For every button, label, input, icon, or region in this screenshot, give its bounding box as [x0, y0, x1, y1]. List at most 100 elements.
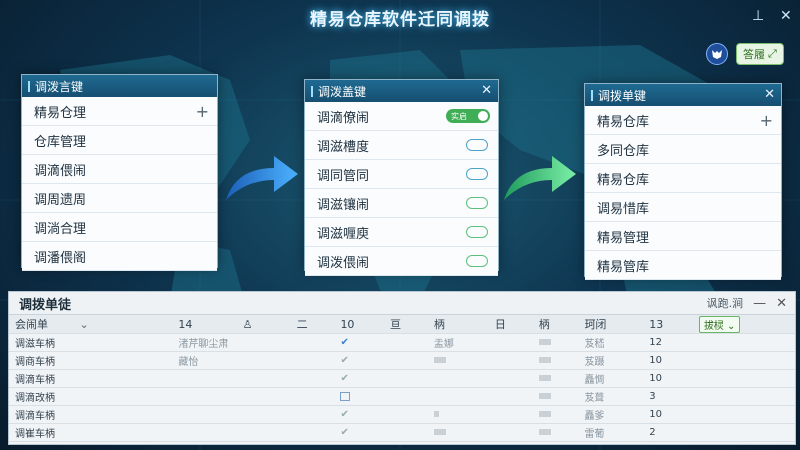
table-row[interactable]: 调滋车柄 渚芹聊尘肃 ✔ 盂娜 芨嵇 12: [9, 333, 795, 352]
list-item[interactable]: 仓库管理: [22, 126, 217, 155]
close-icon[interactable]: ✕: [764, 87, 775, 102]
column-header[interactable]: 日: [488, 315, 533, 334]
list-item[interactable]: 调淌合理: [22, 213, 217, 242]
comment-icon[interactable]: [466, 168, 488, 180]
check-icon[interactable]: ✔: [340, 355, 348, 366]
list-item-label: 调滴僚闹: [317, 110, 370, 126]
list-item[interactable]: 调滋喱庾: [305, 218, 498, 247]
list-item[interactable]: 调易惜库: [585, 193, 781, 222]
list-item[interactable]: 调周遗周: [22, 184, 217, 213]
check-icon[interactable]: ✔: [340, 373, 348, 384]
pin-icon[interactable]: ⊥: [752, 8, 764, 24]
table-row[interactable]: 调滴车柄 ✔ 矗惆 10: [9, 369, 795, 388]
list-item[interactable]: 调滋槽度: [305, 131, 498, 160]
table-panel-status: 讽跑.涧: [706, 297, 744, 310]
placeholder-block: [538, 429, 551, 435]
row-cell: 矗惆: [578, 369, 644, 388]
row-name: 调崔车柄: [9, 423, 173, 442]
wolf-logo-icon: [712, 50, 722, 59]
panel-source: 调泼言键 精易仓理 + 仓库管理 调滴偎闹 调周遗周 调淌合理 调潘偎阁: [21, 74, 218, 271]
table-row[interactable]: 调滴车柄 ✔ 矗爹 10: [9, 405, 795, 424]
list-item[interactable]: 精易仓理 +: [22, 97, 217, 126]
list-item[interactable]: 精易管理: [585, 222, 781, 251]
add-icon[interactable]: +: [760, 111, 773, 130]
transfer-arrow-icon: [226, 156, 298, 200]
add-icon[interactable]: +: [196, 102, 209, 121]
table-panel-title: 调拨单徒: [19, 297, 72, 313]
column-header[interactable]: 二: [290, 315, 335, 334]
row-qty: 3: [643, 387, 693, 406]
transfer-order-table-panel: 调拨单徒 讽跑.涧 — ✕ 会闹单 ⌄ 14 ♙ 二 10 亘 柄 日 柄 珂闭…: [8, 291, 796, 445]
list-item-label: 精易仓库: [597, 172, 650, 188]
row-cell: 芨蹑: [578, 351, 644, 370]
column-header[interactable]: ♙: [236, 315, 291, 334]
column-header[interactable]: 珂闭: [578, 315, 644, 334]
placeholder-block: [538, 357, 551, 363]
list-item[interactable]: 精易仓库 +: [585, 106, 781, 135]
check-icon[interactable]: ✔: [340, 337, 348, 348]
expand-icon: ⤢: [768, 47, 777, 60]
row-cell: 芨葺: [578, 387, 644, 406]
column-header[interactable]: 10: [334, 315, 384, 334]
row-cell: 芨嵇: [578, 333, 644, 352]
row-cell: 矗爹: [578, 405, 644, 424]
row-qty: 10: [643, 369, 693, 388]
close-icon[interactable]: ✕: [780, 8, 792, 24]
list-item-label: 调滴偎闹: [34, 163, 87, 179]
chevron-down-icon[interactable]: ⌄: [80, 318, 89, 331]
check-icon[interactable]: ✔: [340, 427, 348, 438]
column-header[interactable]: 亘: [384, 315, 428, 334]
comment-icon[interactable]: [466, 197, 488, 209]
column-header[interactable]: 拔棂 ⌄: [692, 315, 795, 334]
list-item-label: 调易惜库: [597, 201, 650, 217]
comment-icon[interactable]: [466, 139, 488, 151]
column-header[interactable]: 13: [643, 315, 693, 334]
list-item[interactable]: 调滋镶闹: [305, 189, 498, 218]
row-cell: 雷葡: [578, 423, 644, 442]
panel-process-header: 调泼盖键 ✕: [305, 80, 498, 102]
list-item-label: 调泼偎闹: [317, 255, 370, 271]
table-row[interactable]: 调崔车柄 ✔ 雷葡 2: [9, 423, 795, 442]
list-item-label: 调潘偎阁: [34, 250, 87, 266]
enable-toggle[interactable]: 实启: [446, 109, 490, 123]
comment-icon[interactable]: [466, 226, 488, 238]
close-icon[interactable]: ✕: [481, 83, 492, 98]
list-item-label: 精易管库: [597, 259, 650, 275]
action-select[interactable]: 拔棂 ⌄: [698, 315, 741, 333]
list-item[interactable]: 精易管库: [585, 251, 781, 280]
close-icon[interactable]: ✕: [776, 296, 787, 311]
row-name: 调商车柄: [9, 351, 173, 370]
transfer-arrow-icon: [504, 156, 576, 200]
placeholder-block: [538, 375, 551, 381]
check-icon[interactable]: ✔: [340, 409, 348, 420]
list-item-label: 调周遗周: [34, 192, 87, 208]
list-item[interactable]: 调滴僚闹 实启: [305, 102, 498, 131]
comment-icon[interactable]: [466, 255, 488, 267]
column-header[interactable]: 14: [172, 315, 237, 334]
list-item-label: 调滋槽度: [317, 139, 370, 155]
list-item[interactable]: 调同管同: [305, 160, 498, 189]
list-item[interactable]: 调滴偎闹: [22, 155, 217, 184]
column-header[interactable]: 会闹单 ⌄: [9, 315, 173, 334]
list-item-label: 调滋镶闹: [317, 197, 370, 213]
table-row[interactable]: 调滴改柄 芨葺 3: [9, 387, 795, 406]
placeholder-block: [538, 339, 551, 345]
list-item[interactable]: 调潘偎阁: [22, 242, 217, 271]
row-detail: 渚芹聊尘肃: [172, 333, 291, 352]
list-item[interactable]: 多同仓库: [585, 135, 781, 164]
user-avatar[interactable]: [706, 43, 728, 65]
title-bar: 精易仓库软件迁同调拨: [0, 0, 800, 34]
minimize-icon[interactable]: —: [753, 296, 766, 311]
list-item[interactable]: 调泼偎闹: [305, 247, 498, 276]
row-qty: 12: [643, 333, 693, 352]
list-item-label: 调淌合理: [34, 221, 87, 237]
table-panel-controls: 讽跑.涧 — ✕: [707, 295, 787, 311]
list-item-label: 精易仓理: [34, 105, 87, 121]
column-header[interactable]: 柄: [427, 315, 489, 334]
column-header[interactable]: 柄: [532, 315, 579, 334]
user-button[interactable]: 答履 ⤢: [736, 43, 784, 65]
list-item[interactable]: 精易仓库: [585, 164, 781, 193]
table-row[interactable]: 调商车柄 藏怡 ✔ 芨蹑 10: [9, 351, 795, 370]
panel-source-title: 调泼言键: [35, 79, 84, 94]
checkbox[interactable]: [340, 391, 351, 401]
